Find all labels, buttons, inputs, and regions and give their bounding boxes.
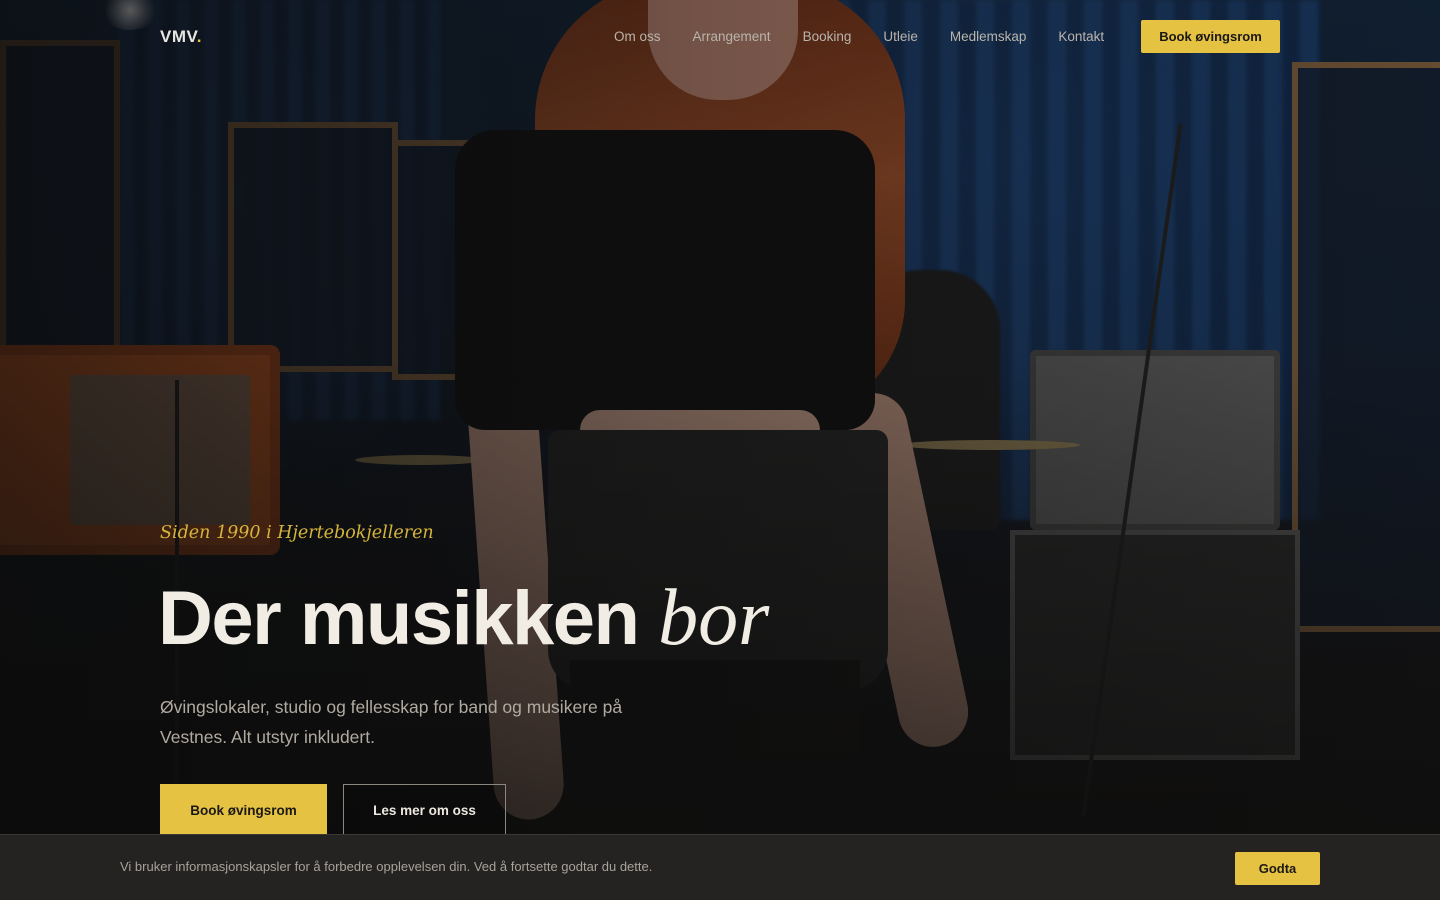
headline-main: Der musikken bbox=[158, 576, 640, 661]
hero-overlay bbox=[0, 0, 1440, 900]
logo-text: VMV bbox=[160, 27, 197, 46]
hero-eyebrow: Siden 1990 i Hjertebokjelleren bbox=[160, 523, 434, 543]
header-book-button[interactable]: Book øvingsrom bbox=[1141, 20, 1280, 53]
headline-italic: bor bbox=[658, 574, 770, 662]
hero-subtitle: Øvingslokaler, studio og fellesskap for … bbox=[160, 697, 623, 747]
hero-headline: Der musikken bor bbox=[158, 572, 769, 665]
nav-item-om-oss[interactable]: Om oss bbox=[614, 27, 661, 47]
nav-item-kontakt[interactable]: Kontakt bbox=[1058, 27, 1104, 47]
nav-item-booking[interactable]: Booking bbox=[803, 27, 852, 47]
site-logo[interactable]: VMV. bbox=[160, 27, 202, 47]
logo-dot: . bbox=[196, 27, 203, 46]
hero-background-photo bbox=[0, 0, 1440, 900]
cookie-banner: Vi bruker informasjonskapsler for å forb… bbox=[0, 834, 1440, 900]
nav-item-arrangement[interactable]: Arrangement bbox=[693, 27, 771, 47]
read-more-button[interactable]: Les mer om oss bbox=[343, 784, 506, 836]
nav-item-utleie[interactable]: Utleie bbox=[883, 27, 918, 47]
cookie-text: Vi bruker informasjonskapsler for å forb… bbox=[120, 859, 653, 874]
cookie-accept-button[interactable]: Godta bbox=[1235, 852, 1320, 885]
main-nav: Om oss Arrangement Booking Utleie Medlem… bbox=[614, 27, 1104, 47]
book-rehearsal-button[interactable]: Book øvingsrom bbox=[160, 784, 327, 836]
nav-item-medlemskap[interactable]: Medlemskap bbox=[950, 27, 1027, 47]
